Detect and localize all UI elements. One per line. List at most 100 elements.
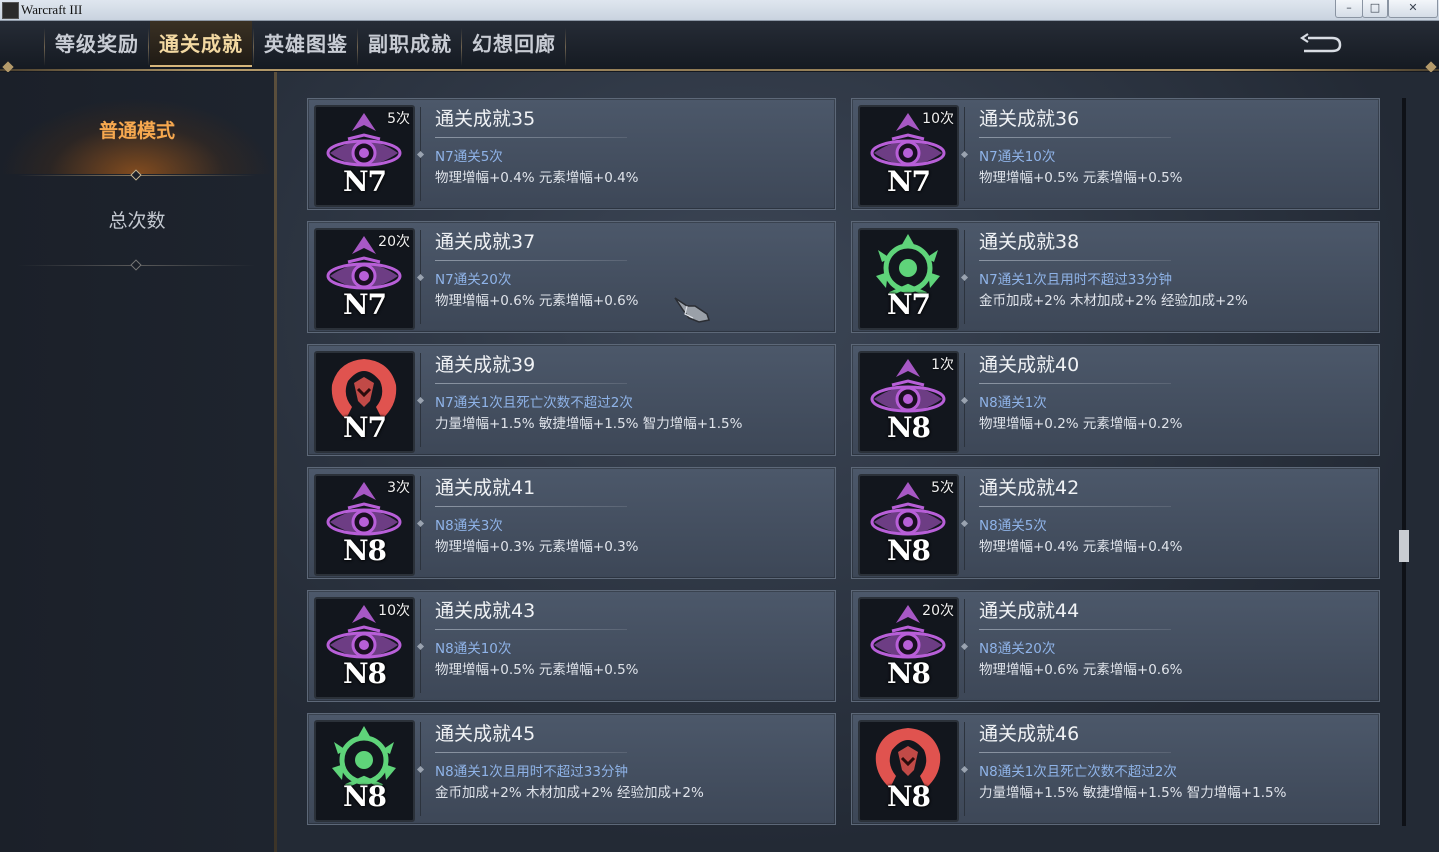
achievement-title: 通关成就44 [979,600,1080,622]
achievement-card[interactable]: N7 通关成就39 N7通关1次且死亡次数不超过2次 力量增幅+1.5% 敏捷增… [307,344,836,456]
achievement-bonus: 物理增幅+0.3% 元素增幅+0.3% [435,539,639,555]
tab-hero-codex[interactable]: 英雄图鉴 [255,21,357,67]
badge-count: 20次 [378,234,410,250]
achievement-condition: N8通关1次且用时不超过33分钟 [435,764,628,780]
tab-separator [253,28,254,66]
achievement-bonus: 力量增幅+1.5% 敏捷增幅+1.5% 智力增幅+1.5% [979,785,1287,801]
achievement-badge: N7 [858,228,959,330]
card-divider-ornament [416,273,425,282]
badge-count: 10次 [378,603,410,619]
badge-count: 1次 [931,357,954,373]
back-arrow-icon[interactable] [1300,32,1342,54]
achievement-bonus: 物理增幅+0.4% 元素增幅+0.4% [979,539,1183,555]
tab-side-job-achievements[interactable]: 副职成就 [359,21,461,67]
achievement-badge: 5次 N8 [858,474,959,576]
achievement-card[interactable]: 3次 N8 通关成就41 N8通关3次 物理增幅+0.3% 元素增幅+0.3% [307,467,836,579]
achievement-condition: N7通关10次 [979,149,1056,165]
achievement-title: 通关成就39 [435,354,536,376]
achievement-bonus: 力量增幅+1.5% 敏捷增幅+1.5% 智力增幅+1.5% [435,416,743,432]
achievement-condition: N7通关20次 [435,272,512,288]
tab-fantasy-corridor[interactable]: 幻想回廊 [463,21,565,67]
badge-count: 5次 [387,111,410,127]
achievement-bonus: 物理增幅+0.2% 元素增幅+0.2% [979,416,1183,432]
minimize-button[interactable]: – [1335,0,1363,18]
achievement-card[interactable]: 5次 N7 通关成就35 N7通关5次 物理增幅+0.4% 元素增幅+0.4% [307,98,836,210]
achievement-condition: N8通关3次 [435,518,503,534]
achievement-bonus: 物理增幅+0.5% 元素增幅+0.5% [435,662,639,678]
window-title: Warcraft III [21,2,83,17]
sidebar-item-total-count[interactable]: 总次数 [0,190,274,252]
achievement-card[interactable]: 10次 N7 通关成就36 N7通关10次 物理增幅+0.5% 元素增幅+0.5… [851,98,1380,210]
achievement-condition: N8通关1次 [979,395,1047,411]
achievement-bonus: 物理增幅+0.6% 元素增幅+0.6% [979,662,1183,678]
achievement-title: 通关成就40 [979,354,1080,376]
achievement-badge: N7 [314,351,415,453]
title-underline [979,260,1171,261]
title-underline [979,383,1171,384]
achievement-card[interactable]: N7 通关成就38 N7通关1次且用时不超过33分钟 金币加成+2% 木材加成+… [851,221,1380,333]
achievement-badge: N8 [858,720,959,822]
badge-difficulty: N7 [342,411,387,444]
badge-difficulty: N8 [886,534,931,567]
badge-difficulty: N7 [886,165,931,198]
badge-difficulty: N7 [886,288,931,321]
badge-difficulty: N7 [342,288,387,321]
achievement-card[interactable]: 1次 N8 通关成就40 N8通关1次 物理增幅+0.2% 元素增幅+0.2% [851,344,1380,456]
sidebar-item-normal-mode[interactable]: 普通模式 [0,98,274,174]
title-underline [435,260,627,261]
card-divider-ornament [416,642,425,651]
achievement-badge: 20次 N7 [314,228,415,330]
badge-count: 3次 [387,480,410,496]
achievement-badge: N8 [314,720,415,822]
badge-count: 10次 [922,111,954,127]
achievement-card[interactable]: 5次 N8 通关成就42 N8通关5次 物理增幅+0.4% 元素增幅+0.4% [851,467,1380,579]
achievement-card[interactable]: N8 通关成就46 N8通关1次且死亡次数不超过2次 力量增幅+1.5% 敏捷增… [851,713,1380,825]
maximize-button[interactable]: □ [1362,0,1388,18]
scrollbar-thumb[interactable] [1399,530,1409,562]
badge-count: 20次 [922,603,954,619]
tab-separator [148,28,149,66]
badge-difficulty: N8 [886,657,931,690]
achievement-card[interactable]: 20次 N8 通关成就44 N8通关20次 物理增幅+0.6% 元素增幅+0.6… [851,590,1380,702]
title-underline [435,137,627,138]
achievement-card[interactable]: N8 通关成就45 N8通关1次且用时不超过33分钟 金币加成+2% 木材加成+… [307,713,836,825]
achievement-condition: N8通关20次 [979,641,1056,657]
achievement-condition: N8通关5次 [979,518,1047,534]
achievement-title: 通关成就42 [979,477,1080,499]
window-titlebar: Warcraft III – □ ✕ [0,0,1439,21]
achievement-title: 通关成就37 [435,231,536,253]
tab-separator [461,28,462,66]
achievement-title: 通关成就35 [435,108,536,130]
tab-separator [565,28,566,66]
card-divider-ornament [960,273,969,282]
badge-difficulty: N8 [886,780,931,813]
card-divider-ornament [416,765,425,774]
title-underline [979,752,1171,753]
achievement-card[interactable]: 20次 N7 通关成就37 N7通关20次 物理增幅+0.6% 元素增幅+0.6… [307,221,836,333]
close-button[interactable]: ✕ [1388,0,1438,18]
card-divider-ornament [960,150,969,159]
achievement-title: 通关成就45 [435,723,536,745]
badge-difficulty: N7 [342,165,387,198]
achievement-condition: N7通关1次且用时不超过33分钟 [979,272,1172,288]
tab-separator [44,28,45,66]
achievement-bonus: 物理增幅+0.4% 元素增幅+0.4% [435,170,639,186]
badge-difficulty: N8 [342,780,387,813]
card-divider-ornament [416,396,425,405]
scrollbar-track[interactable] [1402,98,1406,826]
tab-clear-achievements[interactable]: 通关成就 [150,21,252,67]
achievement-bonus: 物理增幅+0.6% 元素增幅+0.6% [435,293,639,309]
tab-level-rewards[interactable]: 等级奖励 [46,21,148,67]
badge-difficulty: N8 [886,411,931,444]
title-underline [979,137,1171,138]
achievement-card[interactable]: 10次 N8 通关成就43 N8通关10次 物理增幅+0.5% 元素增幅+0.5… [307,590,836,702]
warcraft-app-icon [2,2,19,19]
title-underline [979,629,1171,630]
badge-count: 5次 [931,480,954,496]
achievement-badge: 5次 N7 [314,105,415,207]
badge-difficulty: N8 [342,657,387,690]
achievement-bonus: 物理增幅+0.5% 元素增幅+0.5% [979,170,1183,186]
achievement-badge: 10次 N8 [314,597,415,699]
title-underline [435,383,627,384]
sidebar [0,72,274,852]
